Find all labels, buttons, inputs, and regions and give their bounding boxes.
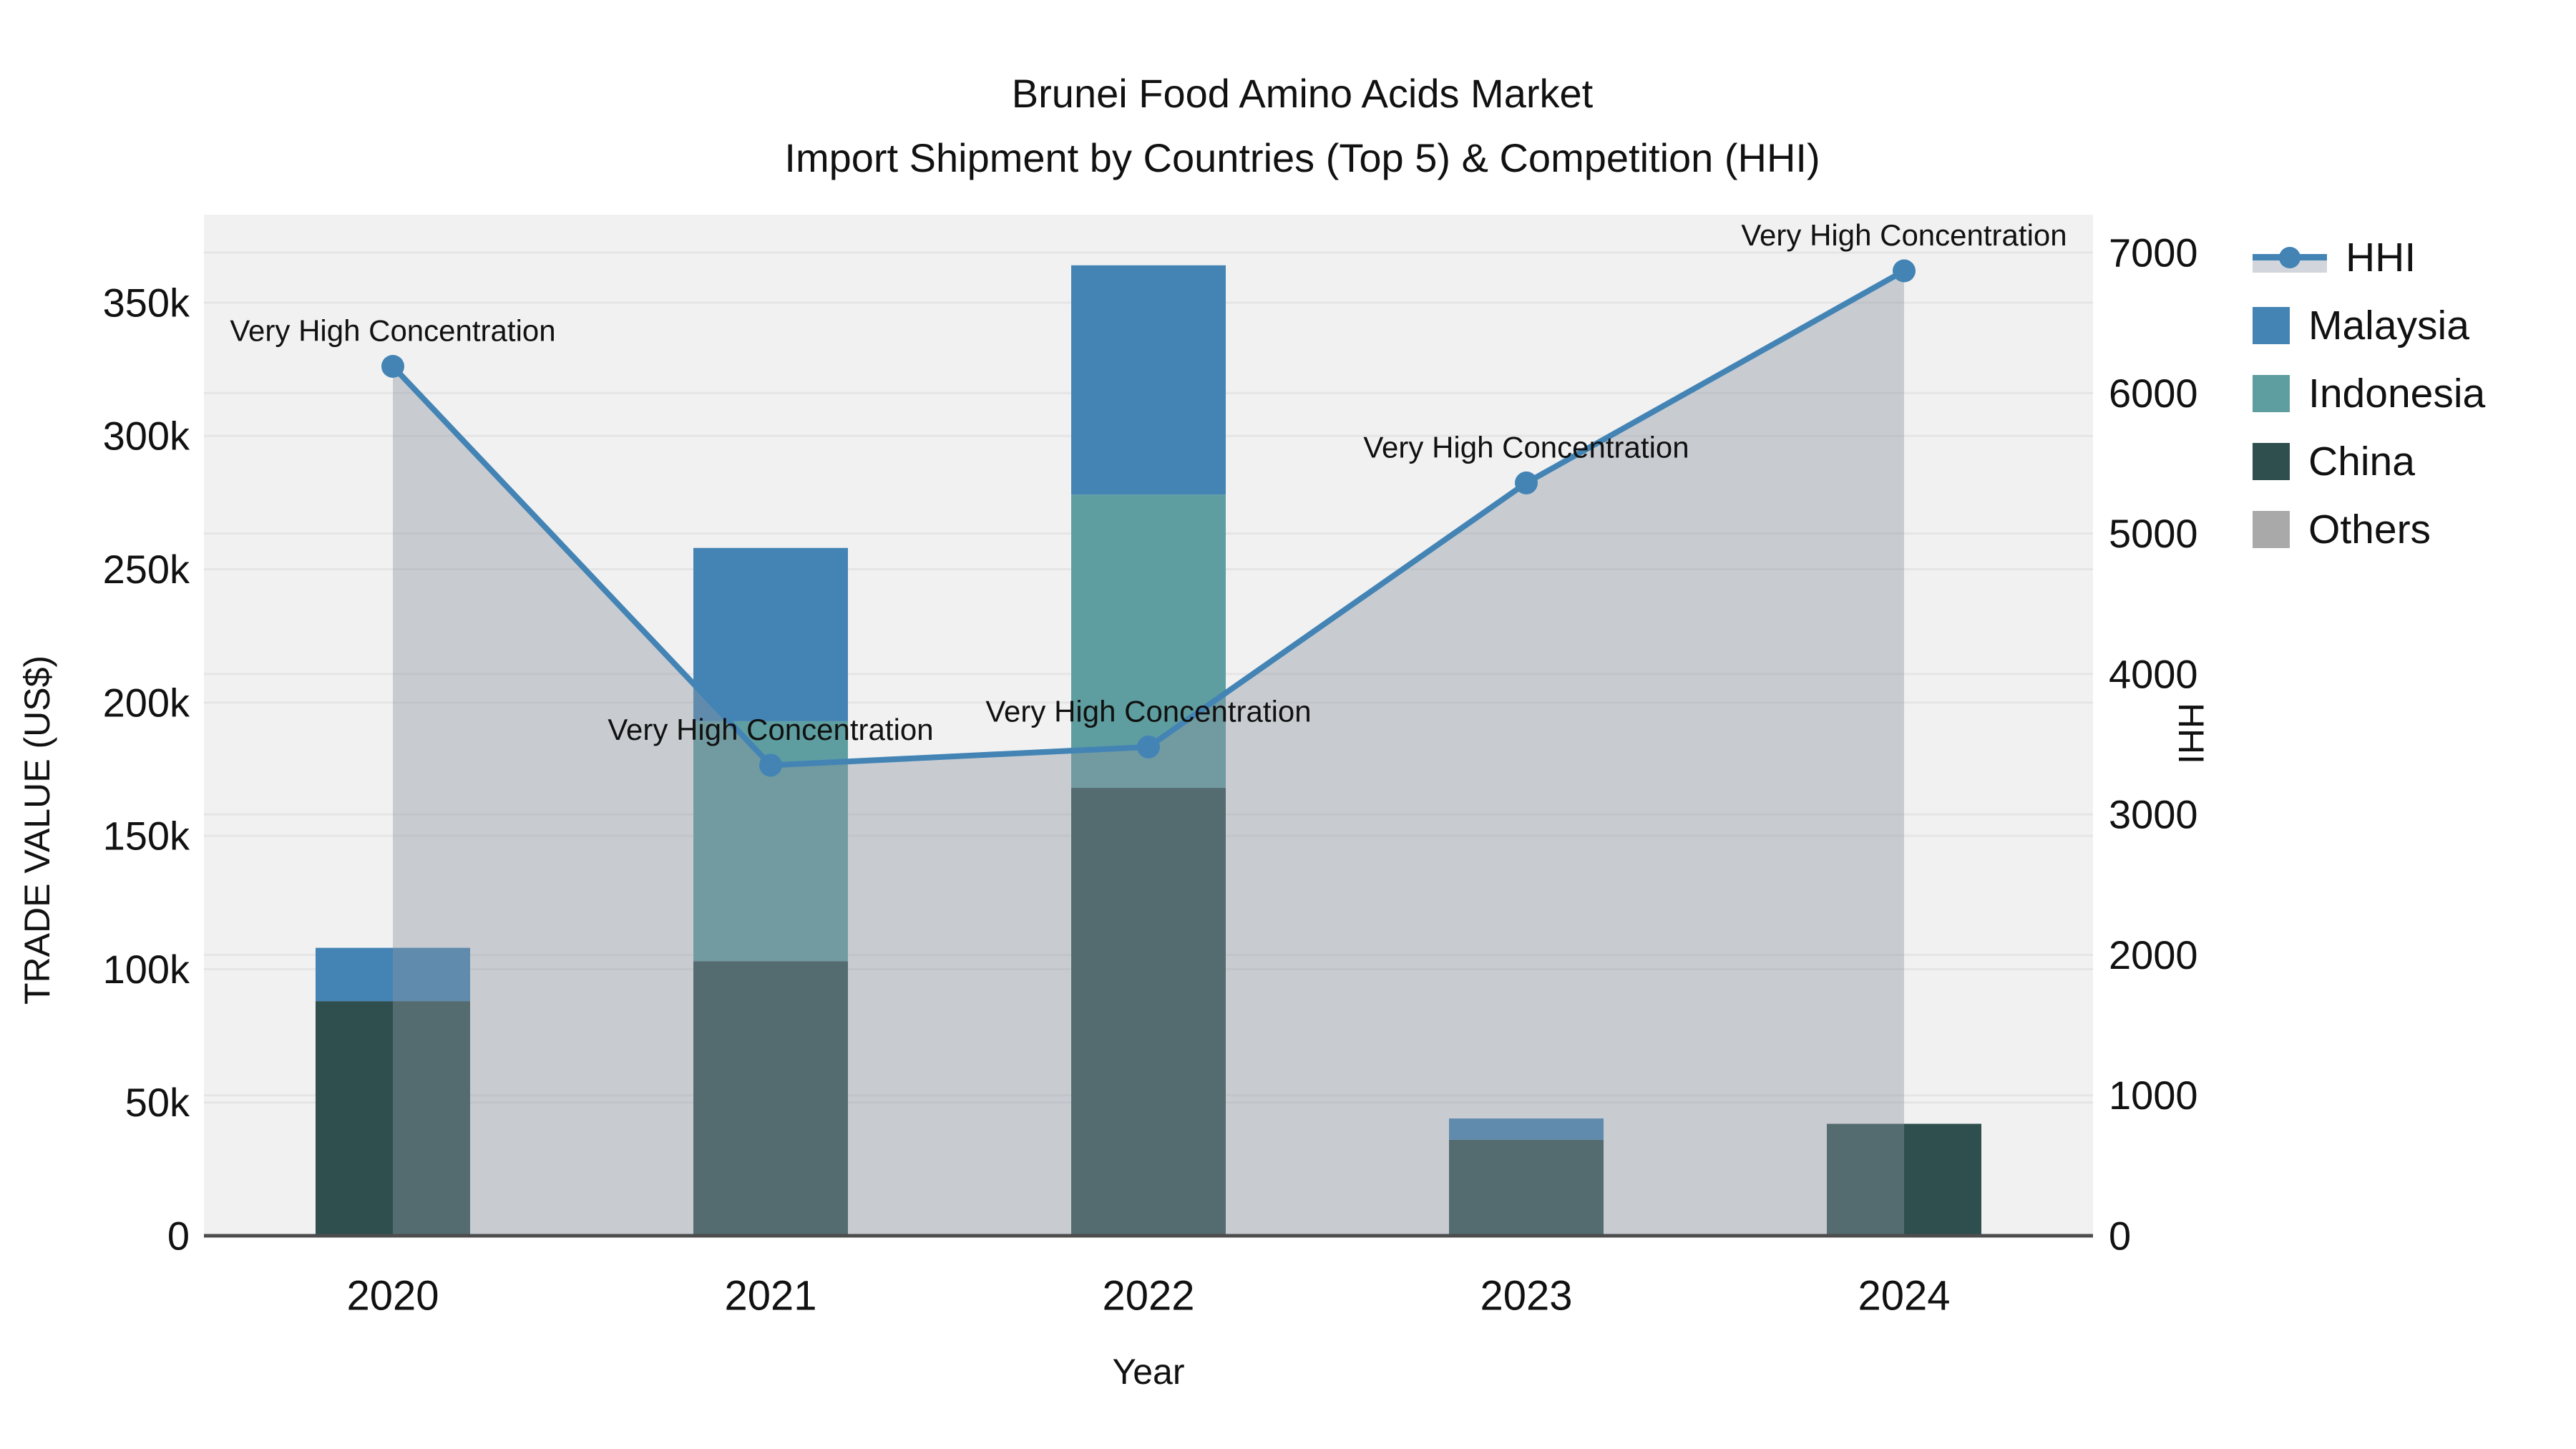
legend-item-china[interactable]: China [2253, 427, 2485, 495]
x-tick-label: 2022 [1102, 1273, 1194, 1319]
hhi-marker-2023[interactable] [1515, 471, 1538, 494]
indonesia-swatch-icon [2253, 374, 2290, 412]
x-tick-label: 2020 [346, 1273, 439, 1319]
legend: HHI Malaysia Indonesia China Others [2253, 223, 2485, 563]
y-right-tick-label: 2000 [2109, 932, 2198, 977]
y-left-tick-label: 200k [103, 680, 190, 725]
chart-title-line1: Brunei Food Amino Acids Market [1011, 71, 1594, 116]
x-tick-label: 2021 [724, 1273, 816, 1319]
annotation-very-high-concentration: Very High Concentration [985, 694, 1311, 728]
annotation-very-high-concentration: Very High Concentration [608, 713, 933, 746]
y-right-tick-label: 5000 [2109, 511, 2198, 556]
annotation-very-high-concentration: Very High Concentration [230, 313, 555, 347]
x-tick-label: 2024 [1858, 1273, 1950, 1319]
figure: 0 50k 100k 150k 200k 250k 300k 350k 0 1000 2000 300… [0, 0, 2576, 1449]
hhi-marker-swatch [2279, 246, 2301, 268]
hhi-line-icon [2253, 239, 2327, 276]
china-swatch-icon [2253, 442, 2290, 480]
bar-malaysia-2022[interactable] [1071, 265, 1226, 495]
y-left-tick-label: 350k [103, 280, 190, 325]
legend-label-others: Others [2308, 506, 2431, 552]
y-left-tick-label: 300k [103, 414, 190, 459]
hhi-marker-2020[interactable] [381, 354, 404, 378]
chart-title-line2: Import Shipment by Countries (Top 5) & C… [784, 135, 1820, 180]
y-axis-title-left: TRADE VALUE (US$) [17, 655, 57, 1005]
legend-item-indonesia[interactable]: Indonesia [2253, 359, 2485, 427]
y-right-tick-label: 4000 [2109, 651, 2198, 696]
y-left-tick-label: 150k [103, 814, 190, 859]
annotation-very-high-concentration: Very High Concentration [1363, 430, 1689, 464]
x-tick-label: 2023 [1480, 1273, 1572, 1319]
hhi-marker-2024[interactable] [1893, 259, 1916, 283]
malaysia-swatch-icon [2253, 306, 2290, 344]
x-axis-title: Year [1112, 1352, 1185, 1392]
bar-malaysia-2021[interactable] [693, 547, 848, 721]
y-right-tick-label: 6000 [2109, 371, 2198, 416]
y-axis-title-right: HHI [2171, 702, 2211, 765]
y-right-tick-label: 0 [2109, 1214, 2131, 1259]
annotation-very-high-concentration: Very High Concentration [1741, 218, 2067, 252]
y-right-tick-label: 7000 [2109, 230, 2198, 275]
y-right-tick-label: 3000 [2109, 792, 2198, 837]
y-left-tick-label: 0 [167, 1214, 190, 1259]
legend-item-others[interactable]: Others [2253, 495, 2485, 563]
hhi-marker-2022[interactable] [1137, 735, 1160, 758]
y-left-tick-label: 50k [125, 1080, 190, 1125]
hhi-marker-2021[interactable] [759, 753, 782, 777]
others-swatch-icon [2253, 510, 2290, 548]
legend-label-malaysia: Malaysia [2308, 302, 2469, 348]
y-right-tick-label: 1000 [2109, 1073, 2198, 1118]
legend-item-hhi[interactable]: HHI [2253, 223, 2485, 291]
legend-label-hhi: HHI [2346, 234, 2416, 280]
legend-item-malaysia[interactable]: Malaysia [2253, 291, 2485, 359]
y-left-tick-label: 100k [103, 947, 190, 992]
legend-label-indonesia: Indonesia [2308, 370, 2486, 416]
chart-title: Brunei Food Amino Acids Market Import Sh… [784, 62, 1820, 190]
legend-label-china: China [2308, 438, 2415, 484]
y-left-tick-label: 250k [103, 547, 190, 592]
